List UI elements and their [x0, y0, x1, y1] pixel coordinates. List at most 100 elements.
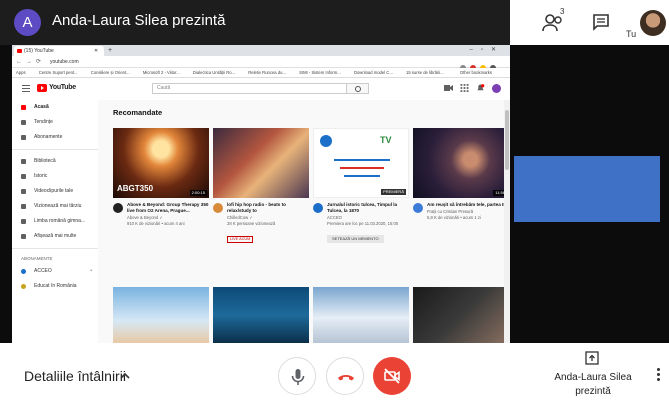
video-card[interactable]: TV PREMIERĂ Jurnalul istoric tulcea, Tim… [313, 128, 409, 252]
video-title[interactable]: Jurnalul istoric tulcea, Timpul la Tulce… [327, 202, 409, 214]
video-thumbnail[interactable]: 11:56 [413, 128, 509, 198]
expand-icon [21, 234, 26, 239]
video-thumbnail[interactable] [213, 128, 309, 198]
hamburger-menu-icon[interactable] [22, 85, 30, 92]
tv-logo-icon: TV [380, 135, 392, 145]
presenting-label[interactable]: Anda-Laura Silea prezintă [548, 371, 638, 399]
bookmark[interactable]: Dialectica Unității Ro... [193, 70, 235, 75]
video-card[interactable]: 11:56 Am reușit să întrebăm tele, partea… [413, 128, 509, 252]
meet-top-bar: A Anda-Laura Silea prezintă 3 Tu [0, 0, 669, 45]
video-card[interactable]: lofi hip hop radio - beats to relax/stud… [213, 128, 309, 252]
fire-icon [21, 120, 26, 125]
video-stats: 28 K persoane vizionează [227, 221, 276, 226]
nav-buttons[interactable]: ←→⟳ [16, 56, 45, 68]
video-thumbnail[interactable] [113, 287, 209, 343]
sidebar-item-watch-later[interactable]: Vizionează mai târziu [12, 199, 98, 214]
sidebar-item-show-more[interactable]: Afișează mai multe [12, 229, 98, 244]
subscriptions-icon [21, 135, 26, 140]
sidebar-item-library[interactable]: Bibliotecă [12, 154, 98, 169]
sidebar-divider [12, 248, 98, 249]
present-screen-icon[interactable] [585, 351, 599, 365]
microphone-icon [291, 369, 305, 385]
channel-icon [21, 269, 26, 274]
sidebar-item-playlist[interactable]: Limba română gimna... [12, 214, 98, 229]
create-video-icon[interactable] [444, 84, 453, 92]
channel-avatar[interactable] [413, 203, 423, 213]
bookmark[interactable]: 15 surse de librării... [406, 70, 444, 75]
bookmark[interactable]: Reletiv Runcea du... [248, 70, 286, 75]
sidebar-channel[interactable]: Educat în România [12, 279, 98, 294]
apps-grid-icon[interactable] [460, 84, 469, 92]
youtube-header: YouTube Caută [12, 78, 510, 100]
watch-later-icon [21, 204, 26, 209]
top-right-panel: 3 Tu [510, 0, 669, 45]
video-card[interactable]: ABGT350 2:00:15 Above & Beyond: Group Th… [113, 128, 209, 252]
camera-button[interactable] [373, 357, 411, 395]
tab-title: (15) YouTube [24, 48, 54, 54]
extension-icons[interactable] [456, 58, 504, 71]
bookmark[interactable]: Download model C... [354, 70, 393, 75]
search-icon[interactable] [347, 83, 369, 94]
page-scrollbar[interactable] [504, 100, 510, 343]
video-thumbnail[interactable]: ABGT350 2:00:15 [113, 128, 209, 198]
decorative-line [334, 159, 390, 161]
other-bookmarks[interactable]: Other bookmarks [460, 68, 492, 77]
self-avatar[interactable] [640, 10, 666, 36]
video-thumbnail[interactable]: TV PREMIERĂ [313, 128, 409, 198]
decorative-line [340, 167, 384, 169]
account-avatar[interactable] [492, 84, 501, 93]
video-title[interactable]: lofi hip hop radio - beats to relax/stud… [227, 202, 309, 214]
video-title[interactable]: Above & Beyond: Group Therapy 350 live f… [127, 202, 209, 214]
video-thumbnail[interactable] [313, 287, 409, 343]
end-call-button[interactable] [326, 357, 364, 395]
meeting-details-button[interactable]: Detaliile întâlnirii [24, 368, 126, 384]
browser-tab[interactable]: (15) YouTube ✕ [14, 46, 104, 56]
shared-browser-window: (15) YouTube ✕ + –▫✕ ←→⟳ youtube.com App… [12, 45, 510, 343]
sidebar-channel[interactable]: ACCEO • [12, 264, 98, 279]
new-tab-button[interactable]: + [108, 45, 112, 56]
search-input[interactable]: Caută [152, 83, 347, 94]
url-bar[interactable]: youtube.com [50, 58, 79, 66]
sidebar-item-subscriptions[interactable]: Abonamente [12, 130, 98, 145]
presenter-title: Anda-Laura Silea prezintă [52, 12, 226, 29]
more-options-icon[interactable] [655, 367, 661, 385]
section-title: Recomandate [113, 108, 163, 117]
sidebar-item-history[interactable]: Istoric [12, 169, 98, 184]
video-thumbnail[interactable] [413, 287, 509, 343]
notifications-icon[interactable] [476, 84, 485, 92]
window-controls[interactable]: –▫✕ [470, 45, 505, 56]
youtube-logo-icon[interactable] [37, 84, 47, 92]
bookmark[interactable]: SIMI - Sistem Inform... [299, 70, 341, 75]
channel-avatar[interactable] [213, 203, 223, 213]
bookmark[interactable]: Consiliere și Orient... [91, 70, 130, 75]
my-videos-icon [21, 189, 26, 194]
channel-icon [21, 284, 26, 289]
library-icon [21, 159, 26, 164]
bookmark[interactable]: Centre Suport pent... [39, 70, 78, 75]
participants-count: 3 [560, 7, 565, 16]
video-title[interactable]: Am reușit să întrebăm tele, partea II-a [427, 202, 509, 208]
browser-tab-strip: (15) YouTube ✕ + –▫✕ [12, 45, 510, 56]
sidebar-item-my-videos[interactable]: Videoclipurile tale [12, 184, 98, 199]
premiere-badge: PREMIERĂ [381, 189, 406, 195]
set-reminder-button[interactable]: SETEAZĂ UN MEMENTO [327, 235, 384, 243]
sidebar-item-home[interactable]: Acasă [12, 100, 98, 115]
bookmark[interactable]: Microsoft 2 - Viitor... [143, 70, 180, 75]
hang-up-icon [338, 375, 354, 381]
youtube-logo-text[interactable]: YouTube [49, 84, 76, 91]
microphone-button[interactable] [278, 357, 316, 395]
chat-icon[interactable] [592, 13, 610, 31]
chevron-up-icon[interactable] [120, 371, 130, 381]
video-thumbnail[interactable] [213, 287, 309, 343]
presentation-stage: (15) YouTube ✕ + –▫✕ ←→⟳ youtube.com App… [0, 45, 669, 343]
decorative-line [344, 175, 380, 177]
sidebar-item-trending[interactable]: Tendințe [12, 115, 98, 130]
participant-tile[interactable] [514, 156, 660, 222]
home-icon [21, 105, 26, 110]
tab-close-icon[interactable]: ✕ [94, 46, 98, 56]
channel-avatar[interactable] [113, 203, 123, 213]
camera-off-icon [384, 368, 400, 384]
bookmark[interactable]: Apps [16, 70, 26, 75]
scroll-thumb[interactable] [505, 110, 509, 170]
channel-avatar[interactable] [313, 203, 323, 213]
